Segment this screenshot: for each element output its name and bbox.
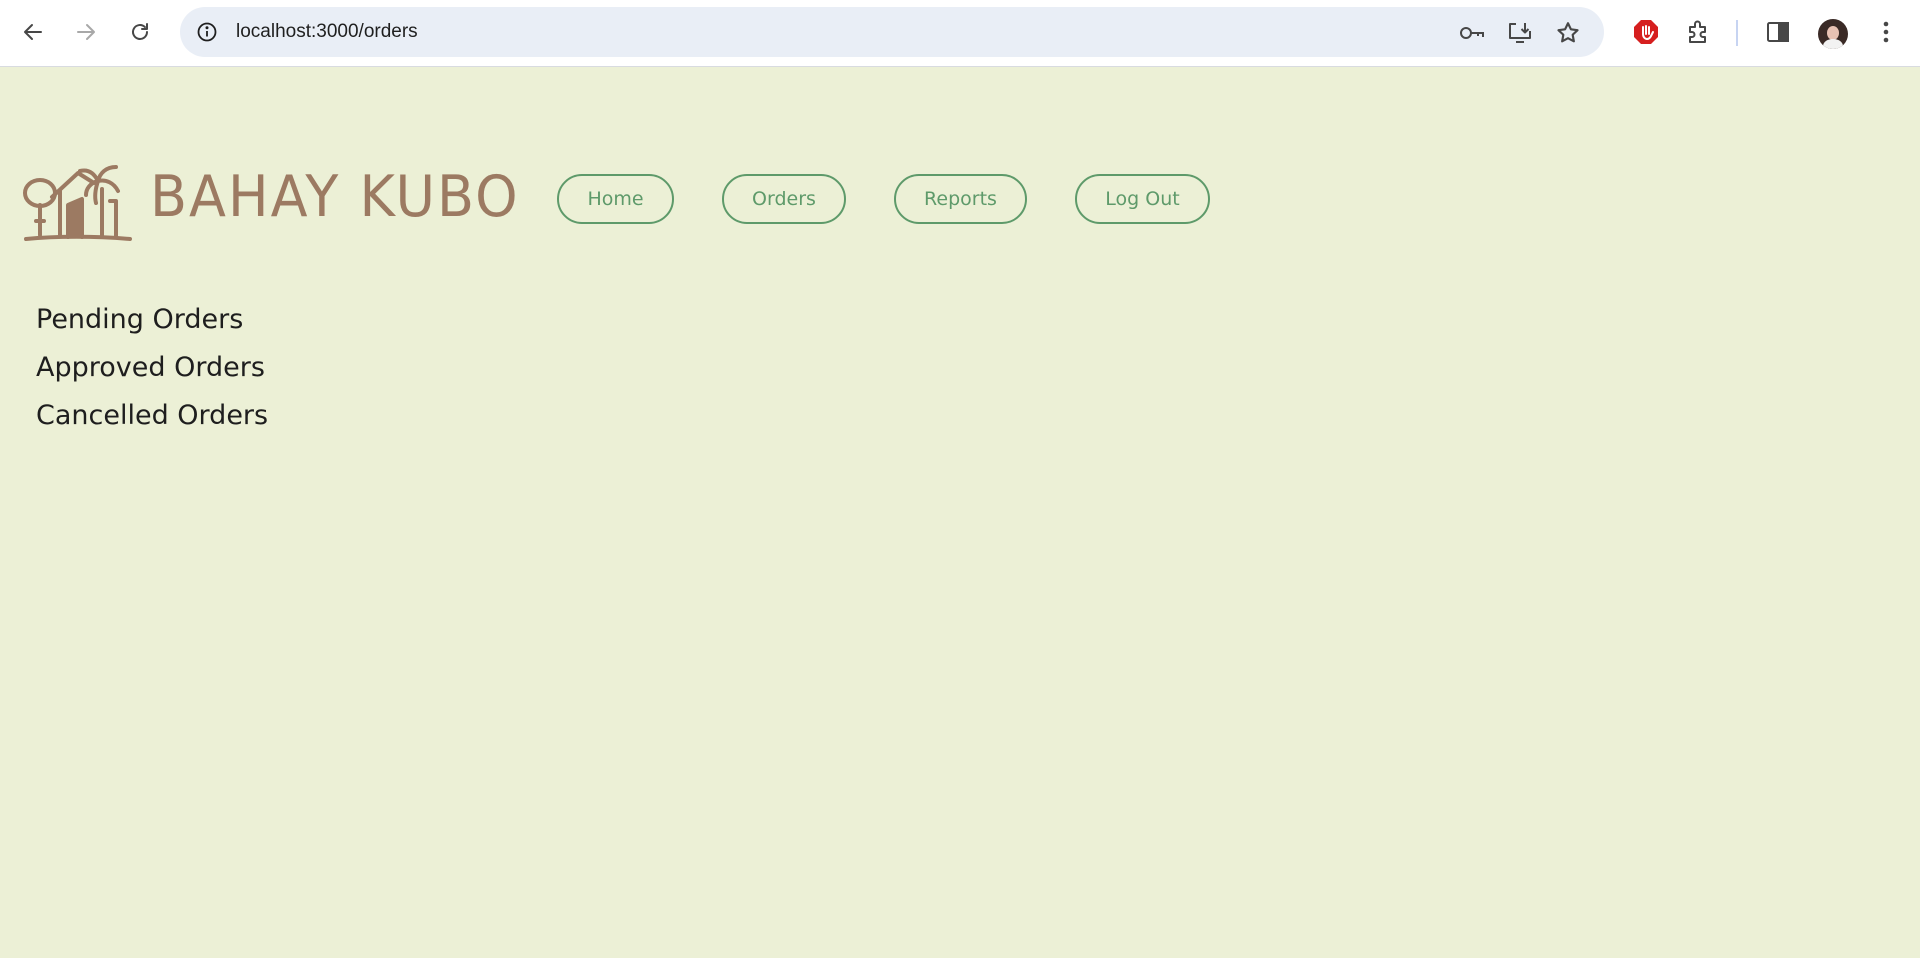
- site-info-button[interactable]: [194, 19, 220, 45]
- nav-orders-button[interactable]: Orders: [722, 174, 846, 224]
- browser-toolbar: localhost:3000/orders: [0, 0, 1920, 67]
- forward-button[interactable]: [66, 12, 106, 52]
- toolbar-separator: [1736, 20, 1738, 46]
- approved-orders-link[interactable]: Approved Orders: [36, 347, 268, 395]
- pending-orders-link[interactable]: Pending Orders: [36, 299, 268, 347]
- nav-home-button[interactable]: Home: [557, 174, 674, 224]
- forward-arrow-icon: [77, 24, 95, 40]
- logo-house-icon: [23, 165, 132, 241]
- browser-menu-button[interactable]: [1870, 16, 1902, 48]
- back-button[interactable]: [13, 12, 53, 52]
- extension-block-button[interactable]: [1630, 16, 1662, 48]
- info-icon: [197, 22, 217, 42]
- nav-logout-button[interactable]: Log Out: [1075, 174, 1210, 224]
- page-content: BAHAY KUBO Home Orders Reports Log Out P…: [0, 67, 1920, 958]
- address-bar[interactable]: localhost:3000/orders: [180, 7, 1604, 57]
- star-icon: [1557, 22, 1579, 43]
- install-app-button[interactable]: [1506, 19, 1534, 47]
- install-app-icon: [1509, 23, 1531, 43]
- puzzle-icon: [1689, 20, 1706, 43]
- profile-avatar[interactable]: [1818, 19, 1848, 49]
- reload-button[interactable]: [120, 12, 160, 52]
- cancelled-orders-link[interactable]: Cancelled Orders: [36, 395, 268, 443]
- brand-name: BAHAY KUBO: [150, 163, 520, 230]
- key-icon: [1460, 27, 1484, 39]
- url-text[interactable]: localhost:3000/orders: [236, 7, 418, 57]
- side-panel-button[interactable]: [1762, 16, 1794, 48]
- back-arrow-icon: [24, 24, 42, 40]
- side-panel-icon: [1767, 22, 1789, 42]
- password-manager-button[interactable]: [1458, 19, 1486, 47]
- more-vert-icon: [1883, 21, 1889, 43]
- nav-reports-button[interactable]: Reports: [894, 174, 1027, 224]
- reload-icon: [132, 23, 148, 40]
- bookmark-button[interactable]: [1554, 19, 1582, 47]
- extensions-button[interactable]: [1683, 16, 1715, 48]
- stop-hand-icon: [1634, 20, 1658, 44]
- order-category-list: Pending Orders Approved Orders Cancelled…: [36, 299, 268, 443]
